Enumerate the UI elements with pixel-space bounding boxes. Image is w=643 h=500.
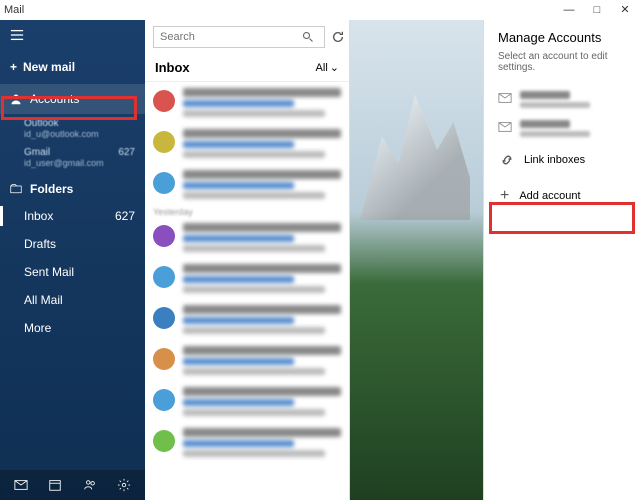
message-item[interactable]: [145, 299, 349, 340]
new-mail-label: New mail: [23, 60, 75, 74]
maximize-button[interactable]: □: [583, 0, 611, 20]
list-header: Inbox: [155, 60, 190, 75]
add-account-label: Add account: [519, 190, 580, 202]
new-mail-button[interactable]: + New mail: [0, 50, 145, 84]
filter-dropdown[interactable]: All⌄: [316, 61, 339, 74]
person-icon: [10, 93, 22, 105]
message-item[interactable]: [145, 123, 349, 164]
folder-item[interactable]: All Mail: [0, 286, 145, 314]
refresh-icon[interactable]: [331, 30, 345, 44]
plus-icon: +: [500, 187, 509, 205]
folder-item[interactable]: Inbox627: [0, 202, 145, 230]
search-input[interactable]: [160, 31, 302, 43]
folders-label: Folders: [30, 182, 73, 196]
bottom-bar: [0, 470, 145, 500]
account-item[interactable]: Gmailid_user@gmail.com 627: [0, 143, 145, 172]
message-item[interactable]: [145, 164, 349, 205]
message-item[interactable]: [145, 340, 349, 381]
people-icon[interactable]: [83, 478, 97, 492]
add-account-button[interactable]: + Add account: [498, 177, 629, 215]
link-inboxes-label: Link inboxes: [524, 154, 585, 166]
search-box[interactable]: [153, 26, 325, 48]
search-icon[interactable]: [302, 31, 318, 43]
account-item[interactable]: Outlook id_u@outlook.com: [0, 114, 145, 143]
folder-item[interactable]: Drafts: [0, 230, 145, 258]
plus-icon: +: [10, 60, 17, 74]
close-button[interactable]: ✕: [611, 0, 639, 20]
link-inboxes-button[interactable]: Link inboxes: [498, 143, 629, 177]
mail-icon: [498, 120, 512, 137]
link-icon: [500, 153, 514, 167]
chevron-down-icon: ⌄: [330, 61, 339, 74]
folder-item[interactable]: More: [0, 314, 145, 342]
message-item[interactable]: [145, 82, 349, 123]
title-bar: Mail — □ ✕: [0, 0, 643, 20]
folder-item[interactable]: Sent Mail: [0, 258, 145, 286]
calendar-icon[interactable]: [48, 478, 62, 492]
manage-accounts-panel: Manage Accounts Select an account to edi…: [483, 20, 643, 500]
minimize-button[interactable]: —: [555, 0, 583, 20]
message-item[interactable]: [145, 422, 349, 463]
message-item[interactable]: [145, 258, 349, 299]
message-item[interactable]: [145, 217, 349, 258]
panel-account-item[interactable]: [498, 85, 629, 114]
message-list-pane: Inbox All⌄ Yesterday: [145, 20, 350, 500]
mail-icon: [498, 91, 512, 108]
hamburger-button[interactable]: [0, 20, 145, 50]
panel-title: Manage Accounts: [498, 30, 629, 45]
app-title: Mail: [4, 4, 24, 16]
panel-account-item[interactable]: [498, 114, 629, 143]
folder-icon: [10, 183, 22, 195]
settings-icon[interactable]: [117, 478, 131, 492]
panel-hint: Select an account to edit settings.: [498, 51, 629, 73]
message-item[interactable]: [145, 381, 349, 422]
accounts-label: Accounts: [30, 92, 79, 106]
accounts-section[interactable]: Accounts: [0, 84, 145, 114]
sidebar: + New mail Accounts Outlook id_u@outlook…: [0, 20, 145, 500]
folders-section[interactable]: Folders: [0, 172, 145, 202]
mail-icon[interactable]: [14, 478, 28, 492]
